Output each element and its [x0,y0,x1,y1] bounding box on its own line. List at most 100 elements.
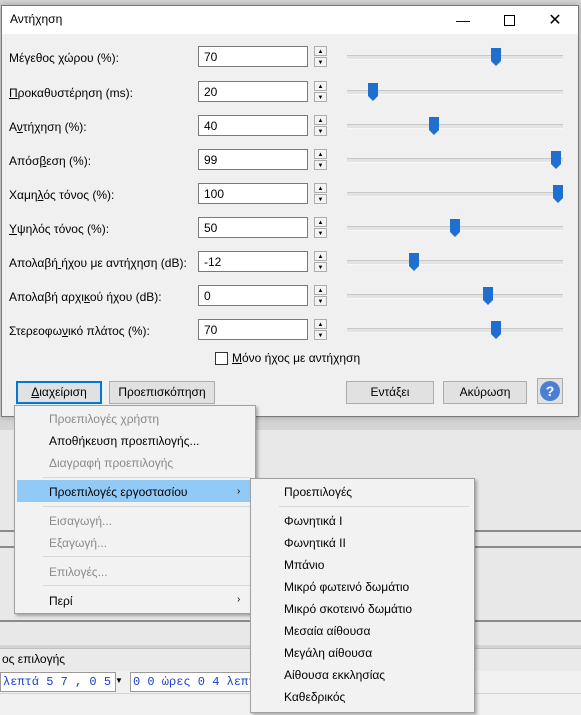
wet-gain-input[interactable]: -12 [198,251,308,272]
tone-low-input[interactable]: 100 [198,183,308,204]
dry-gain-input[interactable]: 0 [198,285,308,306]
submenu-preset-item[interactable]: Καθεδρικός [284,690,345,704]
spin-down-icon[interactable]: ▼ [314,296,327,306]
selection-time-display-1[interactable]: λεπτά 5 7 , 0 5 2 δευτ. [0,672,116,692]
spin-up-icon[interactable]: ▲ [314,183,327,193]
reverb-only-label-first-char: Μ [232,351,242,365]
time-format-dropdown-icon[interactable]: ▼ [114,672,124,690]
menu-separator [43,506,251,507]
menu-separator [43,556,251,557]
stereo-width-spinner[interactable]: ▲ ▼ [314,319,328,341]
wet-gain-spinner[interactable]: ▲ ▼ [314,251,328,273]
reverberance-slider-track[interactable] [347,124,563,129]
tone-high-label: Υψηλός τόνος (%): [9,222,110,236]
spin-down-icon[interactable]: ▼ [314,57,327,67]
menu-user-presets: Προεπιλογές χρήστη [49,412,160,426]
accelerator-key: ν [61,324,68,338]
room-size-input[interactable]: 70 [198,46,308,67]
spin-down-icon[interactable]: ▼ [314,262,327,272]
submenu-arrow-icon: › [237,594,241,605]
tone-low-slider-track[interactable] [347,192,563,197]
spin-up-icon[interactable]: ▲ [314,115,327,125]
dry-gain-slider-thumb[interactable] [482,287,493,305]
spin-down-icon[interactable]: ▼ [314,160,327,170]
close-icon: ✕ [548,12,562,29]
ok-button[interactable]: Εντάξει [346,381,434,404]
stereo-width-input[interactable]: 70 [198,319,308,340]
reverb-only-label-rest: όνο ήχος με αντήχηση [242,351,361,365]
spin-up-icon[interactable]: ▲ [314,319,327,329]
submenu-preset-item[interactable]: Φωνητικά II [284,536,346,550]
tone-high-input[interactable]: 50 [198,217,308,238]
damping-slider-track[interactable] [347,158,563,163]
accelerator-key: λ [37,188,44,202]
submenu-presets-header[interactable]: Προεπιλογές [284,485,352,499]
manage-button[interactable]: Διαχείριση [16,381,102,404]
submenu-preset-item[interactable]: Μικρό φωτεινό δωμάτιο [284,580,409,594]
spin-up-icon[interactable]: ▲ [314,285,327,295]
selection-time-display-2[interactable]: 0 0 ώρες 0 4 λεπτά 1 [130,672,254,692]
submenu-preset-item[interactable]: Μπάνιο [284,558,324,572]
tone-low-label: Χαμηλός τόνος (%): [9,188,115,202]
stereo-width-slider-thumb[interactable] [491,321,502,339]
submenu-preset-item[interactable]: Μικρό σκοτεινό δωμάτιο [284,602,412,616]
reverberance-spinner[interactable]: ▲ ▼ [314,115,328,137]
menu-separator [43,477,251,478]
reverb-only-checkbox[interactable] [215,352,228,365]
dry-gain-spinner[interactable]: ▲ ▼ [314,285,328,307]
spin-up-icon[interactable]: ▲ [314,46,327,56]
menu-options: Επιλογές... [49,565,108,579]
pre-delay-label: Προκαθυστέρηση (ms): [9,86,133,100]
stereo-width-slider-track[interactable] [347,328,563,333]
menu-export: Εξαγωγή... [49,536,108,550]
reverberance-slider-thumb[interactable] [429,117,440,135]
reverberance-input[interactable]: 40 [198,115,308,136]
pre-delay-input[interactable]: 20 [198,81,308,102]
menu-import: Εισαγωγή... [49,514,113,528]
damping-input[interactable]: 99 [198,149,308,170]
damping-spinner[interactable]: ▲ ▼ [314,149,328,171]
wet-gain-slider-track[interactable] [347,260,563,265]
submenu-arrow-icon: › [237,486,241,497]
spin-up-icon[interactable]: ▲ [314,149,327,159]
cancel-button[interactable]: Ακύρωση [443,381,527,404]
spin-down-icon[interactable]: ▼ [314,126,327,136]
help-icon: ? [540,381,560,401]
accelerator-key: Δ [31,385,40,399]
maximize-button[interactable] [486,6,532,34]
menu-save-preset[interactable]: Αποθήκευση προεπιλογής... [49,434,200,448]
spin-down-icon[interactable]: ▼ [314,194,327,204]
tone-high-spinner[interactable]: ▲ ▼ [314,217,328,239]
submenu-preset-item[interactable]: Μεσαία αίθουσα [284,624,370,638]
close-button[interactable]: ✕ [532,6,578,34]
wet-gain-slider-thumb[interactable] [408,253,419,271]
room-size-slider-thumb[interactable] [491,48,502,66]
spin-up-icon[interactable]: ▲ [314,251,327,261]
menu-about[interactable]: Περί [49,594,73,608]
room-size-label: Μέγεθος χώρου (%): [9,51,119,65]
spin-up-icon[interactable]: ▲ [314,81,327,91]
dry-gain-slider-track[interactable] [347,294,563,299]
submenu-preset-item[interactable]: Φωνητικά I [284,514,342,528]
pre-delay-slider-track[interactable] [347,90,563,95]
tone-high-slider-thumb[interactable] [450,219,460,237]
tone-low-slider-thumb[interactable] [553,185,563,203]
pre-delay-slider-thumb[interactable] [367,83,378,101]
spin-down-icon[interactable]: ▼ [314,228,327,238]
preview-button[interactable]: Προεπισκόπηση [109,381,215,404]
pre-delay-spinner[interactable]: ▲ ▼ [314,81,328,103]
spin-down-icon[interactable]: ▼ [314,92,327,102]
menu-factory-presets[interactable]: Προεπιλογές εργοστασίου [49,485,188,499]
spin-up-icon[interactable]: ▲ [314,217,327,227]
room-size-slider-track[interactable] [347,55,563,60]
submenu-preset-item[interactable]: Μεγάλη αίθουσα [284,646,372,660]
tone-low-spinner[interactable]: ▲ ▼ [314,183,328,205]
minimize-button[interactable]: — [440,6,486,34]
spin-down-icon[interactable]: ▼ [314,330,327,340]
damping-slider-thumb[interactable] [550,151,561,169]
submenu-preset-item[interactable]: Αίθουσα εκκλησίας [284,668,385,682]
reverb-only-label[interactable]: Μόνο ήχος με αντήχηση [232,351,360,365]
help-button[interactable]: ? [537,378,563,404]
room-size-spinner[interactable]: ▲ ▼ [314,46,328,68]
reverb-dialog: Αντήχηση — ✕ Μέγεθος χώρου (%): 70 ▲ ▼ Προκα… [1,5,579,417]
